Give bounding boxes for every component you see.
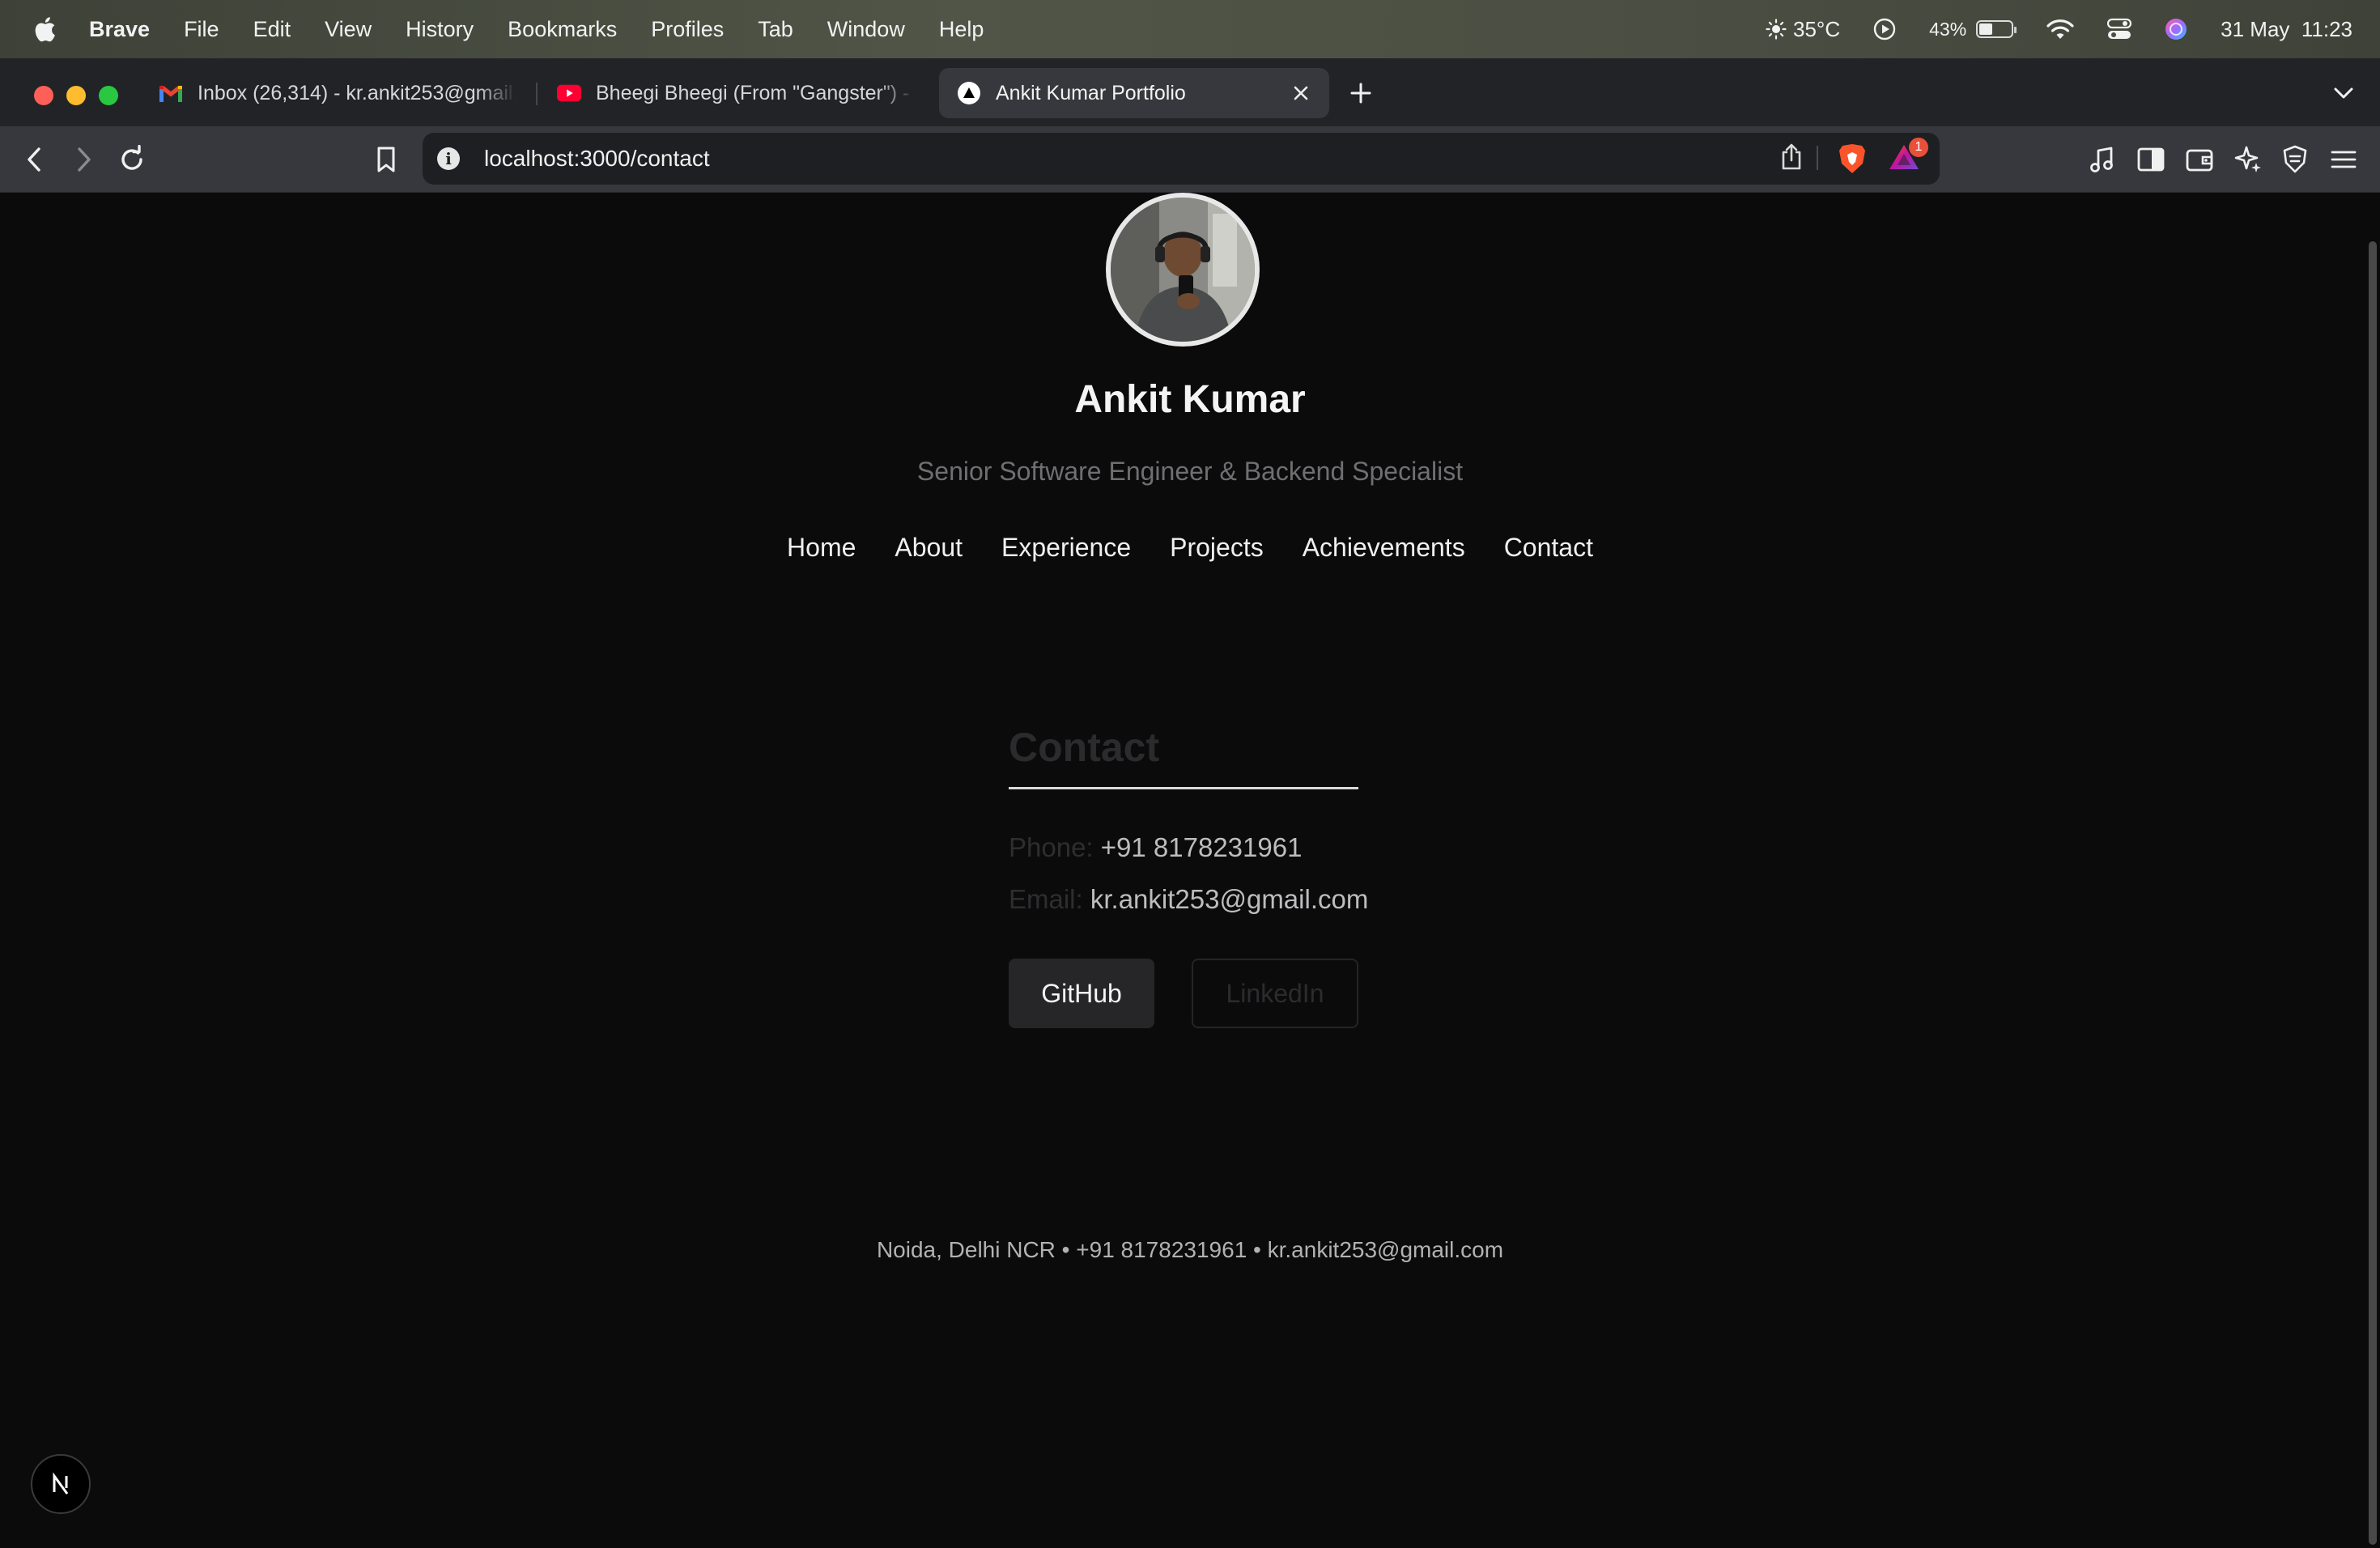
tab-gmail[interactable]: Inbox (26,314) - kr.ankit253@gmail.com bbox=[159, 68, 516, 118]
youtube-icon bbox=[557, 81, 581, 105]
phone-value[interactable]: +91 8178231961 bbox=[1101, 832, 1303, 862]
menu-profiles[interactable]: Profiles bbox=[651, 17, 724, 42]
github-button[interactable]: GitHub bbox=[1009, 959, 1154, 1028]
url-text[interactable]: localhost:3000/contact bbox=[484, 146, 710, 172]
phone-label: Phone: bbox=[1009, 832, 1094, 862]
main-nav: Home About Experience Projects Achieveme… bbox=[0, 533, 2380, 563]
menu-bookmarks[interactable]: Bookmarks bbox=[508, 17, 617, 42]
window-controls bbox=[34, 86, 118, 105]
bookmark-icon[interactable] bbox=[369, 142, 403, 176]
nav-achievements[interactable]: Achievements bbox=[1303, 533, 1465, 563]
chevron-down-icon[interactable] bbox=[2331, 83, 2356, 104]
footer-contact-info: Noida, Delhi NCR • +91 8178231961 • kr.a… bbox=[876, 1237, 1504, 1262]
minimize-window-button[interactable] bbox=[66, 86, 86, 105]
weather-status[interactable]: 35°C bbox=[1766, 17, 1840, 42]
control-center-icon[interactable] bbox=[2107, 18, 2132, 40]
menu-tab[interactable]: Tab bbox=[758, 17, 793, 42]
back-icon[interactable] bbox=[18, 142, 52, 176]
media-controls-icon[interactable] bbox=[2085, 142, 2119, 176]
menu-app-brave[interactable]: Brave bbox=[89, 17, 150, 42]
close-tab-icon[interactable] bbox=[1290, 83, 1311, 104]
email-line: Email: kr.ankit253@gmail.com bbox=[1009, 884, 1368, 915]
menu-window[interactable]: Window bbox=[827, 17, 905, 42]
brave-rewards-icon[interactable]: 1 bbox=[1888, 138, 1928, 172]
gmail-icon bbox=[159, 81, 183, 105]
close-window-button[interactable] bbox=[34, 86, 53, 105]
menubar-clock[interactable]: 31 May 11:23 bbox=[2221, 17, 2352, 42]
nav-projects[interactable]: Projects bbox=[1170, 533, 1264, 563]
vpn-shield-icon[interactable] bbox=[2278, 142, 2312, 176]
battery-icon bbox=[1976, 20, 2017, 38]
reload-icon[interactable] bbox=[115, 142, 149, 176]
menu-view[interactable]: View bbox=[325, 17, 372, 42]
phone-line: Phone: +91 8178231961 bbox=[1009, 832, 1302, 863]
site-info-icon[interactable]: i bbox=[437, 147, 460, 170]
avatar bbox=[1106, 193, 1260, 347]
siri-icon[interactable] bbox=[2164, 17, 2188, 41]
browser-toolbar: i localhost:3000/contact 1 bbox=[0, 126, 2380, 193]
battery-status[interactable]: 43% bbox=[1929, 18, 2017, 40]
contact-heading: Contact bbox=[1009, 725, 1160, 770]
wallet-icon[interactable] bbox=[2182, 142, 2216, 176]
sun-icon bbox=[1766, 19, 1787, 40]
sidebar-icon[interactable] bbox=[2134, 142, 2168, 176]
battery-fill bbox=[1979, 23, 1993, 35]
battery-percent: 43% bbox=[1929, 18, 1967, 40]
menu-file[interactable]: File bbox=[184, 17, 219, 42]
tab-youtube[interactable]: Bheegi Bheegi (From "Gangster") - YouTub… bbox=[557, 68, 916, 118]
nextjs-dev-indicator[interactable] bbox=[31, 1454, 91, 1514]
new-tab-icon[interactable] bbox=[1347, 79, 1375, 107]
tab-title: Bheegi Bheegi (From "Gangster") - YouTub… bbox=[596, 81, 916, 104]
apple-logo-icon[interactable] bbox=[32, 15, 57, 43]
menu-edit[interactable]: Edit bbox=[253, 17, 291, 42]
nav-contact[interactable]: Contact bbox=[1504, 533, 1593, 563]
linkedin-button[interactable]: LinkedIn bbox=[1192, 959, 1358, 1028]
tab-bar: Inbox (26,314) - kr.ankit253@gmail.com B… bbox=[0, 58, 2380, 126]
menu-bar: Brave File Edit View History Bookmarks P… bbox=[0, 0, 2380, 58]
weather-temp: 35°C bbox=[1793, 16, 1841, 41]
tab-title: Ankit Kumar Portfolio bbox=[996, 81, 1186, 104]
tab-portfolio[interactable]: Ankit Kumar Portfolio bbox=[939, 68, 1329, 118]
email-value[interactable]: kr.ankit253@gmail.com bbox=[1090, 884, 1368, 914]
profile-name: Ankit Kumar bbox=[1074, 378, 1306, 421]
leo-ai-icon[interactable] bbox=[2231, 142, 2265, 176]
nav-about[interactable]: About bbox=[895, 533, 963, 563]
email-label: Email: bbox=[1009, 884, 1083, 914]
nextjs-icon bbox=[53, 1472, 69, 1495]
wifi-icon[interactable] bbox=[2046, 18, 2075, 40]
brave-shields-icon[interactable] bbox=[1838, 142, 1867, 175]
forward-icon[interactable] bbox=[66, 142, 100, 176]
vercel-icon bbox=[957, 81, 981, 105]
share-icon[interactable] bbox=[1779, 142, 1804, 172]
nav-home[interactable]: Home bbox=[787, 533, 856, 563]
tab-title: Inbox (26,314) - kr.ankit253@gmail.com bbox=[198, 81, 516, 104]
zoom-window-button[interactable] bbox=[99, 86, 118, 105]
menu-history[interactable]: History bbox=[406, 17, 474, 42]
now-playing-icon[interactable] bbox=[1872, 17, 1897, 41]
profile-subtitle: Senior Software Engineer & Backend Speci… bbox=[916, 457, 1464, 486]
menu-help[interactable]: Help bbox=[939, 17, 984, 42]
nav-experience[interactable]: Experience bbox=[1001, 533, 1131, 563]
page-scrollbar[interactable] bbox=[2369, 241, 2377, 1545]
address-bar[interactable]: i localhost:3000/contact 1 bbox=[423, 133, 1940, 185]
contact-divider bbox=[1009, 787, 1358, 789]
menu-icon[interactable] bbox=[2327, 142, 2361, 176]
rewards-badge: 1 bbox=[1909, 138, 1928, 157]
page-content: Ankit Kumar Senior Software Engineer & B… bbox=[0, 193, 2380, 1548]
